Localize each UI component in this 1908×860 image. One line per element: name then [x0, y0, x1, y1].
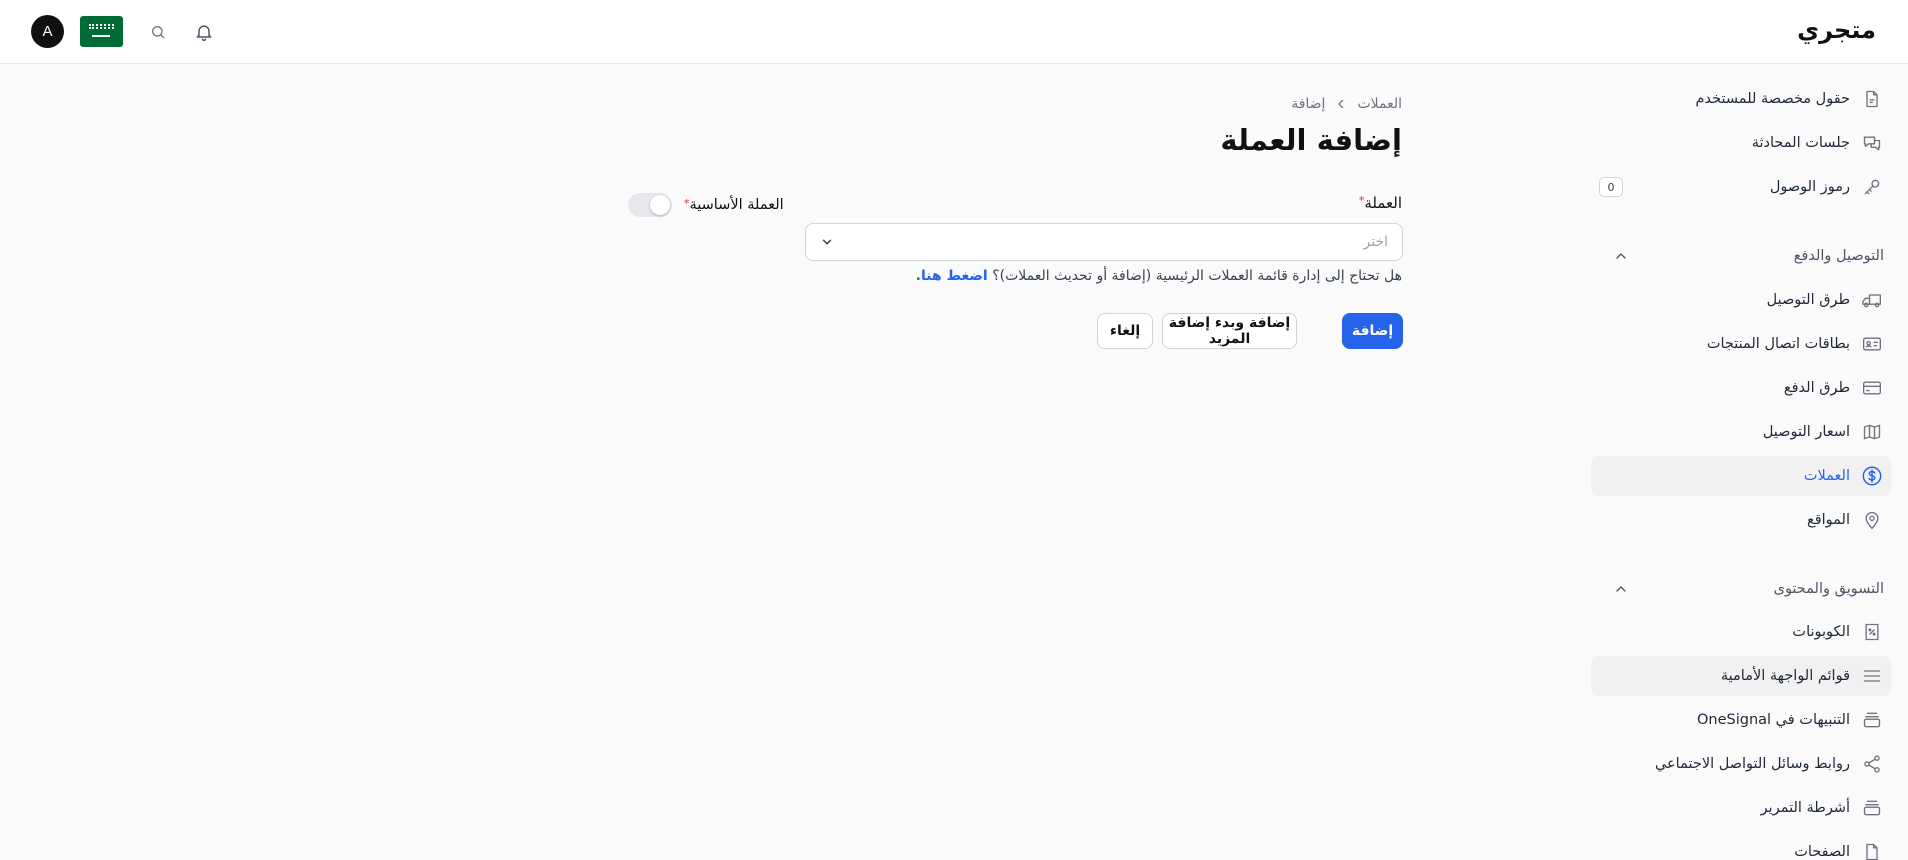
- sidebar-item-product-contact-cards[interactable]: بطاقات اتصال المنتجات: [1591, 324, 1891, 364]
- currency-select-placeholder: اختر: [1363, 234, 1389, 250]
- sidebar-item-label: حقول مخصصة للمستخدم: [1695, 91, 1850, 107]
- section-header-shipping-payment[interactable]: التوصيل والدفع: [1591, 241, 1884, 271]
- base-currency-toggle[interactable]: [628, 193, 672, 217]
- chat-bubbles-icon: [1860, 131, 1884, 155]
- section-title: التوصيل والدفع: [1793, 248, 1884, 264]
- sidebar-item-user-custom-fields[interactable]: حقول مخصصة للمستخدم: [1591, 79, 1891, 119]
- dollar-circle-icon: [1860, 464, 1884, 488]
- add-and-more-button[interactable]: إضافة وبدء إضافة المزيد: [1162, 313, 1297, 349]
- sidebar-item-frontend-menus[interactable]: قوائم الواجهة الأمامية: [1591, 656, 1891, 696]
- sidebar-item-label: التنبيهات في OneSignal: [1696, 712, 1850, 728]
- chevron-down-icon: [822, 239, 832, 245]
- chevron-up-icon: [1616, 586, 1626, 592]
- sidebar-item-locations[interactable]: المواقع: [1591, 500, 1891, 540]
- base-currency-label: العملة الأساسية*: [684, 197, 784, 213]
- coupon-icon: [1860, 620, 1884, 644]
- credit-card-icon: [1860, 376, 1884, 400]
- sidebar-item-sliders[interactable]: أشرطة التمرير: [1591, 788, 1891, 828]
- user-avatar[interactable]: A: [31, 15, 64, 48]
- currency-field-label: العملة*: [1359, 194, 1402, 212]
- chevron-up-icon: [1616, 253, 1626, 259]
- section-title: التسويق والمحتوى: [1773, 581, 1884, 597]
- page-icon: [1860, 840, 1884, 860]
- sidebar-item-social-links[interactable]: روابط وسائل التواصل الاجتماعي: [1591, 744, 1891, 784]
- truck-icon: [1860, 288, 1884, 312]
- sidebar-item-label: الصفحات: [1794, 844, 1850, 860]
- flag-script: [89, 24, 114, 29]
- sidebar-item-chat-sessions[interactable]: جلسات المحادثة: [1591, 123, 1891, 163]
- sidebar-item-label: جلسات المحادثة: [1751, 135, 1850, 151]
- flag-sword: [92, 35, 110, 37]
- sidebar-item-coupons[interactable]: الكوبونات: [1591, 612, 1891, 652]
- sidebar-item-label: الكوبونات: [1792, 624, 1850, 640]
- sidebar-item-label: قوائم الواجهة الأمامية: [1720, 668, 1850, 684]
- sidebar: حقول مخصصة للمستخدم جلسات المحادثة رموز …: [1580, 65, 1908, 860]
- access-tokens-count-badge: 0: [1599, 177, 1623, 197]
- currency-label-text: العملة: [1364, 194, 1402, 212]
- sidebar-item-label: طرق التوصيل: [1766, 292, 1850, 308]
- sidebar-item-label: اسعار التوصيل: [1762, 424, 1850, 440]
- top-bar: متجري A: [0, 0, 1908, 64]
- toggle-knob: [650, 195, 670, 215]
- currency-help-text: هل تحتاج إلى إدارة قائمة العملات الرئيسي…: [916, 268, 1402, 284]
- help-text: هل تحتاج إلى إدارة قائمة العملات الرئيسي…: [992, 268, 1402, 284]
- sidebar-item-currencies[interactable]: العملات: [1591, 456, 1891, 496]
- base-currency-label-text: العملة الأساسية: [689, 197, 784, 213]
- sidebar-item-label: بطاقات اتصال المنتجات: [1706, 336, 1850, 352]
- chevron-left-icon: [1338, 99, 1344, 109]
- map-icon: [1860, 420, 1884, 444]
- sidebar-item-shipping-rates[interactable]: اسعار التوصيل: [1591, 412, 1891, 452]
- breadcrumb-parent-link[interactable]: العملات: [1357, 96, 1402, 112]
- map-pin-icon: [1860, 508, 1884, 532]
- sidebar-item-label: العملات: [1803, 468, 1850, 484]
- sidebar-item-payment-methods[interactable]: طرق الدفع: [1591, 368, 1891, 408]
- breadcrumb-current: إضافة: [1291, 96, 1326, 112]
- key-icon: [1860, 175, 1884, 199]
- id-card-icon: [1860, 332, 1884, 356]
- cancel-button[interactable]: إلغاء: [1097, 313, 1153, 349]
- currency-select[interactable]: اختر: [805, 223, 1403, 261]
- saudi-flag-icon[interactable]: [80, 16, 123, 47]
- sidebar-item-label: أشرطة التمرير: [1760, 800, 1850, 816]
- sidebar-item-label: المواقع: [1807, 512, 1850, 528]
- sidebar-item-onesignal-notifications[interactable]: التنبيهات في OneSignal: [1591, 700, 1891, 740]
- search-icon[interactable]: [146, 20, 170, 44]
- sidebar-item-label: رموز الوصول: [1769, 179, 1850, 195]
- sidebar-item-label: روابط وسائل التواصل الاجتماعي: [1654, 756, 1850, 772]
- sidebar-item-shipping-methods[interactable]: طرق التوصيل: [1591, 280, 1891, 320]
- sidebar-item-label: طرق الدفع: [1783, 380, 1850, 396]
- document-icon: [1860, 87, 1884, 111]
- breadcrumb: العملات إضافة: [1291, 96, 1402, 112]
- sidebar-item-access-tokens[interactable]: رموز الوصول 0: [1591, 167, 1891, 207]
- bell-icon[interactable]: [192, 20, 216, 44]
- base-currency-toggle-group: العملة الأساسية*: [628, 193, 784, 217]
- section-header-marketing-content[interactable]: التسويق والمحتوى: [1591, 574, 1884, 604]
- slides-icon: [1860, 796, 1884, 820]
- stack-icon: [1860, 708, 1884, 732]
- sidebar-item-pages[interactable]: الصفحات: [1591, 832, 1891, 860]
- menu-lines-icon: [1860, 664, 1884, 688]
- brand-title: متجري: [1797, 16, 1876, 44]
- page-title: إضافة العملة: [1220, 123, 1402, 157]
- add-button[interactable]: إضافة: [1342, 313, 1403, 349]
- share-icon: [1860, 752, 1884, 776]
- manage-currencies-link[interactable]: اضغط هنا.: [916, 268, 988, 284]
